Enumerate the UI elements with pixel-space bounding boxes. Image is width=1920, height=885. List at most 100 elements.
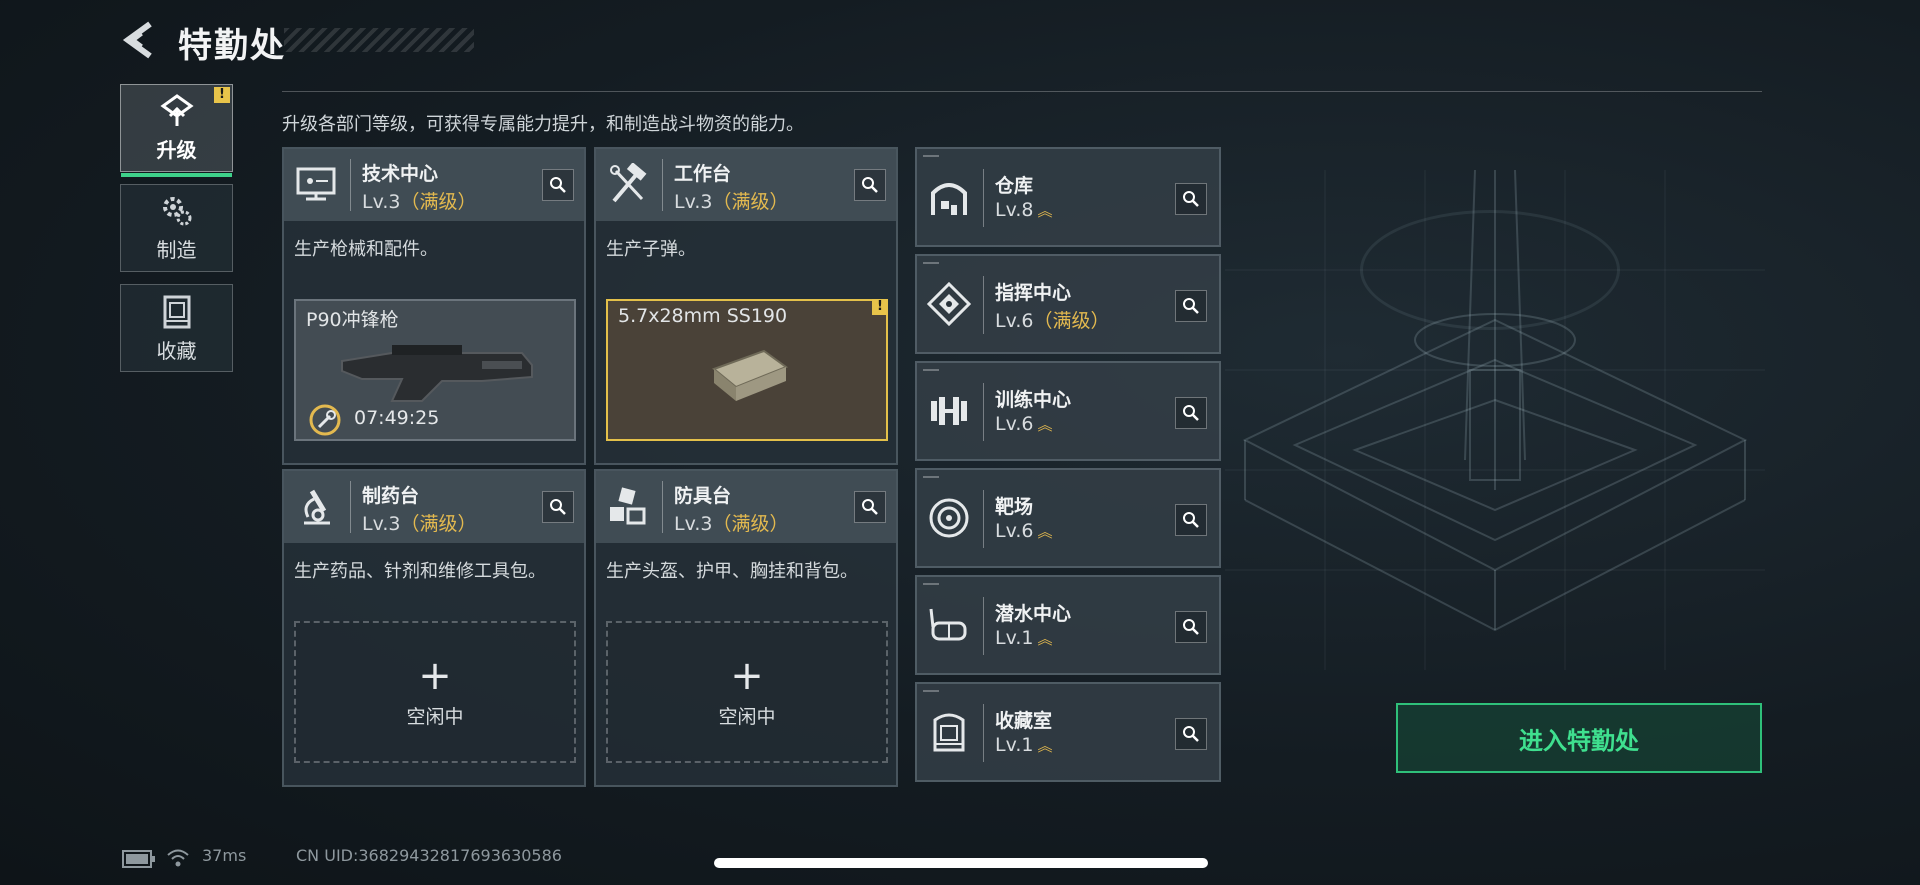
slot-item-name: 5.7x28mm SS190	[618, 305, 788, 327]
inspect-button[interactable]	[854, 169, 886, 201]
tab-craft-label: 制造	[156, 237, 197, 262]
level-value: Lv.6	[995, 310, 1034, 332]
diving-mask-icon	[929, 608, 967, 641]
search-icon	[1183, 726, 1199, 742]
level-value: Lv.3	[362, 191, 401, 213]
upgrade-icon	[159, 93, 194, 126]
gears-icon	[162, 196, 191, 225]
inspect-button[interactable]	[542, 491, 574, 523]
production-timer: 07:49:25	[354, 407, 440, 429]
upgrade-available-icon: ︽	[1037, 416, 1052, 434]
level-value: Lv.3	[674, 513, 713, 535]
level-value: Lv.1	[995, 734, 1034, 756]
max-level-tag: （满级）	[712, 513, 789, 535]
facility-level: Lv.1 ︽	[995, 734, 1053, 756]
search-icon	[550, 177, 566, 193]
facility-row-training-center[interactable]: 训练中心 Lv.6 ︽	[915, 361, 1221, 461]
empty-slot[interactable]: + 空闲中	[606, 621, 888, 763]
search-icon	[862, 499, 878, 515]
inspect-button[interactable]	[542, 169, 574, 201]
ping-readout: 37ms	[202, 846, 247, 865]
hq-building-illustration	[1225, 170, 1765, 670]
enter-hq-button[interactable]: 进入特勤处	[1396, 703, 1762, 773]
separator	[983, 704, 984, 762]
inspect-button[interactable]	[1175, 611, 1207, 643]
upgrade-available-icon: ︽	[1037, 523, 1052, 541]
warehouse-icon	[931, 183, 967, 215]
inspect-button[interactable]	[1175, 290, 1207, 322]
inspect-button[interactable]	[1175, 183, 1207, 215]
facility-row-collection-room[interactable]: 收藏室 Lv.1 ︽	[915, 682, 1221, 782]
facility-level: Lv.3（满级）	[674, 509, 789, 536]
card-header: 防具台 Lv.3（满级）	[596, 471, 896, 543]
add-icon: +	[418, 652, 452, 699]
slot-item-name: P90冲锋枪	[306, 309, 399, 331]
facility-row-diving-center[interactable]: 潜水中心 Lv.1 ︽	[915, 575, 1221, 675]
separator	[350, 481, 351, 533]
inspect-button[interactable]	[1175, 397, 1207, 429]
production-slot[interactable]: P90冲锋枪 07:49:25	[294, 299, 576, 441]
card-workbench[interactable]: 工作台 Lv.3（满级） 生产子弹。 ! 5.7x28mm SS190	[594, 147, 898, 465]
facility-level: Lv.8 ︽	[995, 199, 1053, 221]
dumbbell-icon	[931, 397, 967, 425]
wrench-progress-icon	[309, 404, 341, 436]
facility-name: 收藏室	[995, 710, 1053, 732]
facility-name: 仓库	[995, 175, 1034, 197]
facility-level: Lv.1 ︽	[995, 627, 1053, 649]
facility-level: Lv.6 ︽	[995, 520, 1053, 542]
facility-name: 技术中心	[362, 163, 439, 185]
separator	[350, 159, 351, 211]
facility-name: 制药台	[362, 485, 420, 507]
wifi-icon	[167, 849, 189, 867]
facility-name: 靶场	[995, 496, 1034, 518]
command-icon	[927, 282, 971, 326]
upgrade-available-icon: ︽	[1037, 630, 1052, 648]
facility-row-warehouse[interactable]: 仓库 Lv.8 ︽	[915, 147, 1221, 247]
card-tech-center[interactable]: 技术中心 Lv.3（满级） 生产枪械和配件。 P90冲锋枪 07:49:25	[282, 147, 586, 465]
card-header: 制药台 Lv.3（满级）	[284, 471, 584, 543]
ammo-box-image	[712, 349, 789, 401]
facility-level: Lv.3（满级）	[362, 509, 477, 536]
facility-name: 防具台	[674, 485, 732, 507]
facility-level: Lv.3（满级）	[362, 187, 477, 214]
facility-row-shooting-range[interactable]: 靶场 Lv.6 ︽	[915, 468, 1221, 568]
collection-cabinet-icon	[163, 295, 190, 328]
max-level-tag: （满级）	[400, 513, 477, 535]
search-icon	[1183, 298, 1199, 314]
empty-slot[interactable]: + 空闲中	[294, 621, 576, 763]
level-value: Lv.8	[995, 199, 1034, 221]
page-description: 升级各部门等级，可获得专属能力提升，和制造战斗物资的能力。	[282, 114, 804, 135]
tab-collection-label: 收藏	[156, 338, 197, 363]
facility-description: 生产药品、针剂和维修工具包。	[294, 561, 546, 582]
level-value: Lv.1	[995, 627, 1034, 649]
card-header: 技术中心 Lv.3（满级）	[284, 149, 584, 221]
facility-description: 生产枪械和配件。	[294, 239, 438, 260]
page-title: 特勤处	[178, 26, 286, 66]
card-armor-bench[interactable]: 防具台 Lv.3（满级） 生产头盔、护甲、胸挂和背包。 + 空闲中	[594, 469, 898, 787]
tab-craft[interactable]: 制造	[120, 184, 233, 272]
facility-row-command-center[interactable]: 指挥中心 Lv.6（满级）	[915, 254, 1221, 354]
separator	[983, 383, 984, 441]
target-icon	[929, 498, 969, 538]
upgrade-available-icon: ︽	[1037, 202, 1052, 220]
upgrade-available-icon: ︽	[1037, 737, 1052, 755]
separator	[983, 597, 984, 655]
search-icon	[1183, 512, 1199, 528]
facility-name: 工作台	[674, 163, 732, 185]
max-level-tag: （满级）	[1033, 310, 1110, 332]
battery-icon	[122, 850, 155, 868]
armor-cubes-icon	[610, 487, 646, 525]
back-button[interactable]	[120, 20, 156, 60]
inspect-button[interactable]	[1175, 718, 1207, 750]
inspect-button[interactable]	[1175, 504, 1207, 536]
idle-label: 空闲中	[718, 705, 776, 728]
facility-description: 生产头盔、护甲、胸挂和背包。	[606, 561, 858, 582]
production-slot-ready[interactable]: ! 5.7x28mm SS190	[606, 299, 888, 441]
card-pharmacy[interactable]: 制药台 Lv.3（满级） 生产药品、针剂和维修工具包。 + 空闲中	[282, 469, 586, 787]
home-indicator[interactable]	[714, 858, 1208, 868]
inspect-button[interactable]	[854, 491, 886, 523]
separator	[662, 481, 663, 533]
tab-upgrade[interactable]: ! 升级	[120, 84, 233, 177]
separator	[983, 276, 984, 334]
tab-collection[interactable]: 收藏	[120, 284, 233, 372]
